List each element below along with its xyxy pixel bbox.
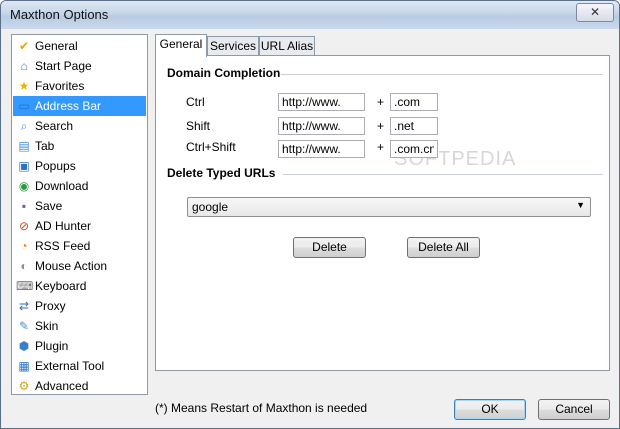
sidebar-item-external-tool[interactable]: ▦ External Tool	[13, 356, 146, 376]
ctrl-plus-sign: +	[377, 95, 385, 109]
ctrl-label: Ctrl	[186, 95, 205, 109]
ad-hunter-icon: ⊘	[18, 219, 30, 233]
sidebar-item-general[interactable]: ✔ General	[13, 36, 146, 56]
sidebar-item-plugin[interactable]: ⬢ Plugin	[13, 336, 146, 356]
domain-completion-heading: Domain Completion	[167, 66, 281, 80]
tab-url-alias[interactable]: URL Alias	[259, 36, 315, 56]
sidebar-item-label: External Tool	[35, 359, 105, 373]
chevron-down-icon: ▼	[576, 200, 585, 210]
shift-label: Shift	[186, 119, 211, 133]
home-icon: ⌂	[20, 59, 28, 73]
sidebar-item-save[interactable]: ▪ Save	[13, 196, 146, 216]
download-globe-icon: ◉	[18, 179, 30, 193]
delete-typed-urls-divider	[283, 174, 603, 176]
delete-all-button[interactable]: Delete All	[407, 237, 480, 258]
sidebar-item-label: Keyboard	[35, 279, 87, 293]
sidebar-item-label: Address Bar	[35, 99, 102, 113]
save-disk-icon: ▪	[21, 199, 27, 213]
ctrl-shift-label: Ctrl+Shift	[186, 140, 236, 154]
options-sidebar: ✔ General ⌂ Start Page ★ Favorites ▭ Address Ba…	[11, 34, 148, 395]
ctrl-suffix-input[interactable]	[390, 93, 438, 111]
dialog-body: ✔ General ⌂ Start Page ★ Favorites ▭ Address Ba…	[7, 31, 614, 423]
sidebar-item-label: General	[35, 39, 78, 53]
rss-icon: ◔	[20, 239, 28, 253]
sidebar-item-label: RSS Feed	[35, 239, 91, 253]
delete-button[interactable]: Delete	[293, 237, 366, 258]
tab-general[interactable]: General	[155, 34, 207, 57]
star-icon: ★	[18, 79, 30, 93]
ctrl-shift-suffix-input[interactable]	[390, 140, 438, 158]
title-bar[interactable]: Maxthon Options ✕	[1, 1, 619, 29]
sidebar-item-download[interactable]: ◉ Download	[13, 176, 146, 196]
address-bar-icon: ▭	[18, 99, 30, 113]
domain-completion-divider	[281, 74, 603, 76]
sidebar-item-tab[interactable]: ▤ Tab	[13, 136, 146, 156]
sidebar-item-search[interactable]: ⌕ Search	[13, 116, 146, 136]
restart-note: (*) Means Restart of Maxthon is needed	[155, 401, 368, 415]
shift-suffix-input[interactable]	[390, 117, 438, 135]
general-tab-panel: SOFTPEDIA Domain Completion Ctrl + Shift…	[155, 55, 610, 371]
sidebar-item-label: Mouse Action	[35, 259, 108, 273]
options-window: Maxthon Options ✕ ✔ General ⌂ Start Page ★ Fa…	[0, 0, 620, 429]
window-title: Maxthon Options	[10, 7, 109, 22]
sidebar-item-ad-hunter[interactable]: ⊘ AD Hunter	[13, 216, 146, 236]
sidebar-item-start-page[interactable]: ⌂ Start Page	[13, 56, 146, 76]
sidebar-item-label: Search	[35, 119, 74, 133]
sidebar-item-skin[interactable]: ✎ Skin	[13, 316, 146, 336]
sidebar-item-label: Download	[35, 179, 89, 193]
keyboard-icon: ⌨	[16, 279, 34, 293]
mouse-icon: ◐	[20, 259, 28, 273]
sidebar-item-address-bar[interactable]: ▭ Address Bar	[13, 96, 146, 116]
tab-general-label: General	[159, 37, 203, 51]
cancel-button[interactable]: Cancel	[538, 399, 610, 420]
sidebar-item-label: Plugin	[35, 339, 69, 353]
sidebar-item-favorites[interactable]: ★ Favorites	[13, 76, 146, 96]
search-icon: ⌕	[20, 119, 28, 133]
sidebar-item-label: Proxy	[35, 299, 66, 313]
delete-typed-urls-heading: Delete Typed URLs	[167, 166, 276, 180]
ctrl-prefix-input[interactable]	[278, 93, 365, 111]
sidebar-item-proxy[interactable]: ⇄ Proxy	[13, 296, 146, 316]
tab-services-label: Services	[209, 39, 256, 53]
sidebar-item-label: Favorites	[35, 79, 85, 93]
sidebar-item-mouse-action[interactable]: ◐ Mouse Action	[13, 256, 146, 276]
typed-urls-dropdown[interactable]: google ▼	[187, 197, 591, 217]
shift-plus-sign: +	[377, 119, 385, 133]
sidebar-item-label: Advanced	[35, 379, 89, 393]
advanced-gear-icon: ⚙	[18, 379, 30, 393]
skin-icon: ✎	[18, 319, 30, 333]
ok-button[interactable]: OK	[454, 399, 526, 420]
sidebar-item-label: Popups	[35, 159, 76, 173]
tab-icon: ▤	[18, 139, 30, 153]
typed-urls-selected: google	[192, 200, 229, 214]
plugin-icon: ⬢	[18, 339, 30, 353]
ctrl-shift-plus-sign: +	[377, 140, 385, 154]
sidebar-item-keyboard[interactable]: ⌨ Keyboard	[13, 276, 146, 296]
ctrl-shift-prefix-input[interactable]	[278, 140, 365, 158]
popup-icon: ▣	[18, 159, 30, 173]
sidebar-item-advanced[interactable]: ⚙ Advanced	[13, 376, 146, 396]
sidebar-item-label: Tab	[35, 139, 55, 153]
sidebar-item-popups[interactable]: ▣ Popups	[13, 156, 146, 176]
close-button[interactable]: ✕	[576, 3, 614, 22]
sidebar-item-label: Save	[35, 199, 63, 213]
check-folder-icon: ✔	[18, 39, 30, 53]
external-tool-icon: ▦	[18, 359, 30, 373]
sidebar-item-rss-feed[interactable]: ◔ RSS Feed	[13, 236, 146, 256]
shift-prefix-input[interactable]	[278, 117, 365, 135]
sidebar-item-label: AD Hunter	[35, 219, 92, 233]
tab-services[interactable]: Services	[207, 36, 259, 56]
proxy-icon: ⇄	[18, 299, 30, 313]
sidebar-item-label: Skin	[35, 319, 59, 333]
sidebar-item-label: Start Page	[35, 59, 92, 73]
tab-url-alias-label: URL Alias	[260, 39, 314, 53]
